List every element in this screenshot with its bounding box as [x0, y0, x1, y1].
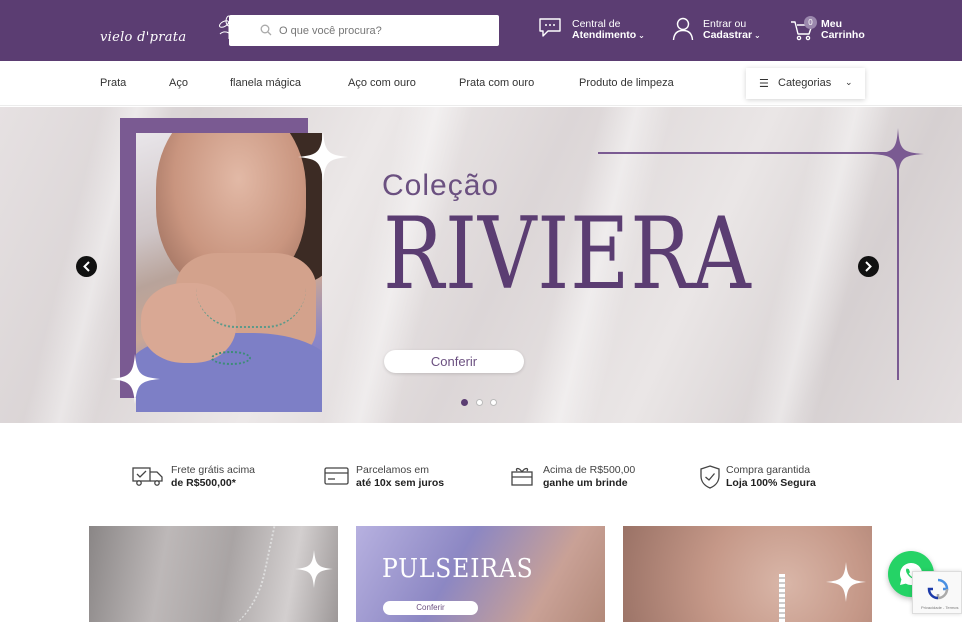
- search-input[interactable]: [279, 15, 489, 46]
- bracelet: [211, 351, 251, 365]
- benefit-line1: Acima de R$500,00: [543, 464, 636, 476]
- support-link[interactable]: Central de Atendimento ⌄: [538, 15, 648, 47]
- cart-link[interactable]: 0 Meu Carrinho: [790, 15, 870, 47]
- carousel-dot[interactable]: [461, 399, 468, 406]
- categories-dropdown-button[interactable]: ☰ Categorias ⌄: [746, 68, 865, 99]
- search-icon: [260, 24, 272, 36]
- nav-link-produto-de-limpeza[interactable]: Produto de limpeza: [579, 77, 674, 89]
- menu-icon: ☰: [759, 78, 769, 90]
- benefit-line2: de R$500,00*: [171, 477, 236, 489]
- benefit-line1: Parcelamos em: [356, 464, 429, 476]
- credit-card-icon: [324, 467, 349, 485]
- cart-count-badge: 0: [804, 16, 817, 29]
- gift-icon: [511, 467, 533, 486]
- carousel-dot[interactable]: [476, 399, 483, 406]
- model-photo: [136, 133, 322, 412]
- account-link[interactable]: Entrar ou Cadastrar ⌄: [672, 15, 772, 47]
- sparkle-icon: [110, 354, 160, 404]
- search-box[interactable]: [229, 15, 499, 46]
- sparkle-icon: [826, 562, 866, 602]
- chat-support-icon: [539, 18, 561, 37]
- category-card-pulseiras[interactable]: PULSEIRAS Conferir: [356, 526, 605, 622]
- truck-icon: [132, 467, 163, 486]
- carousel-next-button[interactable]: [858, 256, 879, 277]
- card-cta-button[interactable]: Conferir: [383, 601, 478, 615]
- account-line2: Cadastrar: [703, 29, 753, 41]
- recaptcha-text: Privacidade - Termos: [921, 605, 959, 610]
- earring: [779, 574, 785, 622]
- hero-title: RIVIERA: [383, 197, 752, 312]
- card-label: PULSEIRAS: [382, 554, 534, 584]
- shield-check-icon: [700, 465, 720, 489]
- categories-label: Categorias: [778, 77, 832, 89]
- nav-link-prata[interactable]: Prata: [100, 77, 126, 89]
- benefit-line2: Loja 100% Segura: [726, 477, 816, 489]
- hero-banner[interactable]: Coleção RIVIERA Conferir: [0, 107, 962, 423]
- chevron-down-icon: ⌄: [845, 77, 853, 87]
- decorative-line: [598, 152, 898, 154]
- chevron-down-icon: ⌄: [638, 31, 645, 40]
- nav-link-flanela-magica[interactable]: flanela mágica: [230, 77, 301, 89]
- chevron-down-icon: ⌄: [754, 31, 761, 40]
- support-line2: Atendimento: [572, 29, 637, 41]
- benefit-line2: ganhe um brinde: [543, 477, 628, 489]
- nav-link-prata-com-ouro[interactable]: Prata com ouro: [459, 77, 534, 89]
- benefit-line2: até 10x sem juros: [356, 477, 445, 489]
- cart-line2: Carrinho: [821, 29, 865, 41]
- recaptcha-icon: [927, 578, 949, 600]
- sparkle-icon: [872, 128, 924, 180]
- sparkle-icon: [298, 132, 348, 182]
- chevron-left-icon: [83, 261, 90, 272]
- chevron-right-icon: [865, 261, 872, 272]
- category-card-brincos[interactable]: [623, 526, 872, 622]
- nav-link-aco[interactable]: Aço: [169, 77, 188, 89]
- top-header: vielo d'prata Central de Atendimento⌄ En…: [0, 0, 962, 61]
- sparkle-icon: [295, 550, 333, 588]
- hero-cta-button[interactable]: Conferir: [384, 350, 524, 373]
- logo-wordmark: vielo d'prata: [100, 30, 187, 45]
- benefit-line1: Frete grátis acima: [171, 464, 256, 476]
- carousel-prev-button[interactable]: [76, 256, 97, 277]
- recaptcha-badge[interactable]: Privacidade - Termos: [912, 571, 962, 614]
- user-icon: [672, 17, 694, 41]
- benefit-line1: Compra garantida: [726, 464, 811, 476]
- carousel-dot[interactable]: [490, 399, 497, 406]
- decorative-line: [897, 152, 899, 380]
- nav-link-aco-com-ouro[interactable]: Aço com ouro: [348, 77, 416, 89]
- category-card-colares[interactable]: [89, 526, 338, 622]
- necklace-chain: [172, 526, 276, 622]
